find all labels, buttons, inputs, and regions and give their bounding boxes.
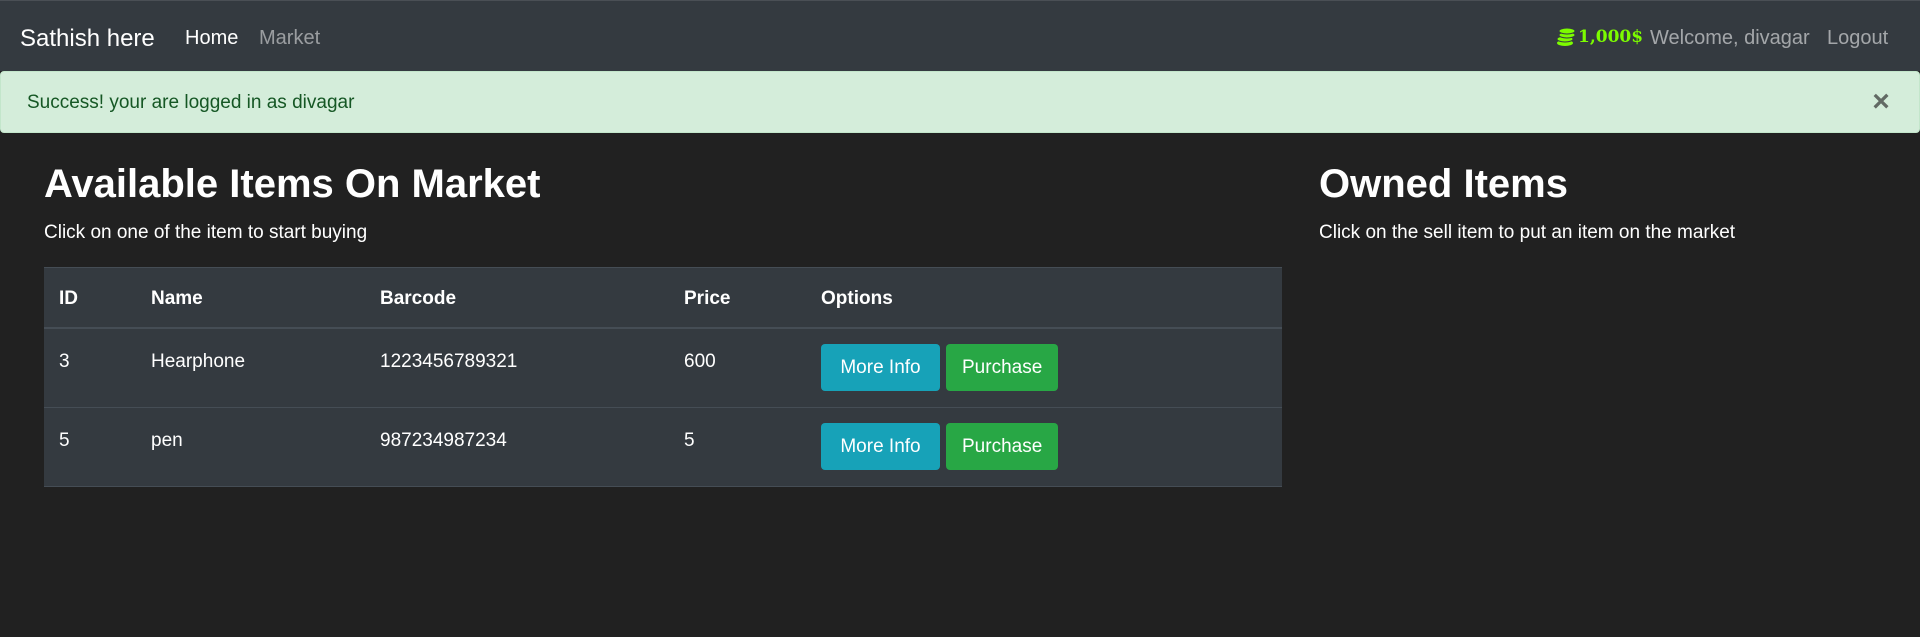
budget-display: 1,000$ — [1554, 27, 1643, 47]
coins-icon — [1556, 27, 1576, 46]
column-header-name: Name — [151, 288, 203, 309]
item-barcode: 987234987234 — [380, 430, 507, 451]
close-icon[interactable]: × — [1865, 86, 1897, 118]
item-id: 5 — [59, 430, 70, 451]
item-barcode: 1223456789321 — [380, 351, 518, 372]
column-header-options: Options — [821, 288, 893, 309]
owned-title: Owned Items — [1319, 162, 1568, 206]
nav-link-home[interactable]: Home — [185, 27, 238, 50]
column-header-barcode: Barcode — [380, 288, 457, 309]
budget-amount: 1,000$ — [1578, 27, 1644, 47]
logout-link[interactable]: Logout — [1827, 27, 1888, 50]
owned-subtitle: Click on the sell item to put an item on… — [1319, 222, 1736, 243]
welcome-text: Welcome, divagar — [1650, 27, 1810, 49]
item-price: 600 — [684, 351, 716, 372]
table-row: 5 pen 987234987234 5 More Info Purchase — [44, 408, 1282, 487]
item-id: 3 — [59, 351, 70, 372]
purchase-button[interactable]: Purchase — [946, 423, 1058, 470]
column-header-price: Price — [684, 288, 731, 309]
success-alert: Success! your are logged in as divagar × — [0, 71, 1920, 133]
more-info-button[interactable]: More Info — [821, 344, 940, 391]
item-price: 5 — [684, 430, 695, 451]
more-info-button[interactable]: More Info — [821, 423, 940, 470]
market-subtitle: Click on one of the item to start buying — [44, 222, 368, 243]
market-table: ID Name Barcode Price Options 3 Hearphon… — [44, 267, 1282, 487]
market-title: Available Items On Market — [44, 162, 541, 206]
item-name: Hearphone — [151, 351, 246, 372]
item-name: pen — [151, 430, 183, 451]
nav-link-market[interactable]: Market — [259, 27, 320, 50]
column-header-id: ID — [59, 288, 78, 309]
purchase-button[interactable]: Purchase — [946, 344, 1058, 391]
alert-message: Success! your are logged in as divagar — [27, 92, 355, 113]
navbar-brand[interactable]: Sathish here — [20, 25, 155, 53]
table-header: ID Name Barcode Price Options — [44, 267, 1282, 329]
table-row: 3 Hearphone 1223456789321 600 More Info … — [44, 329, 1282, 408]
navbar: Sathish here Home Market 1,000$ Welcome,… — [0, 0, 1920, 71]
